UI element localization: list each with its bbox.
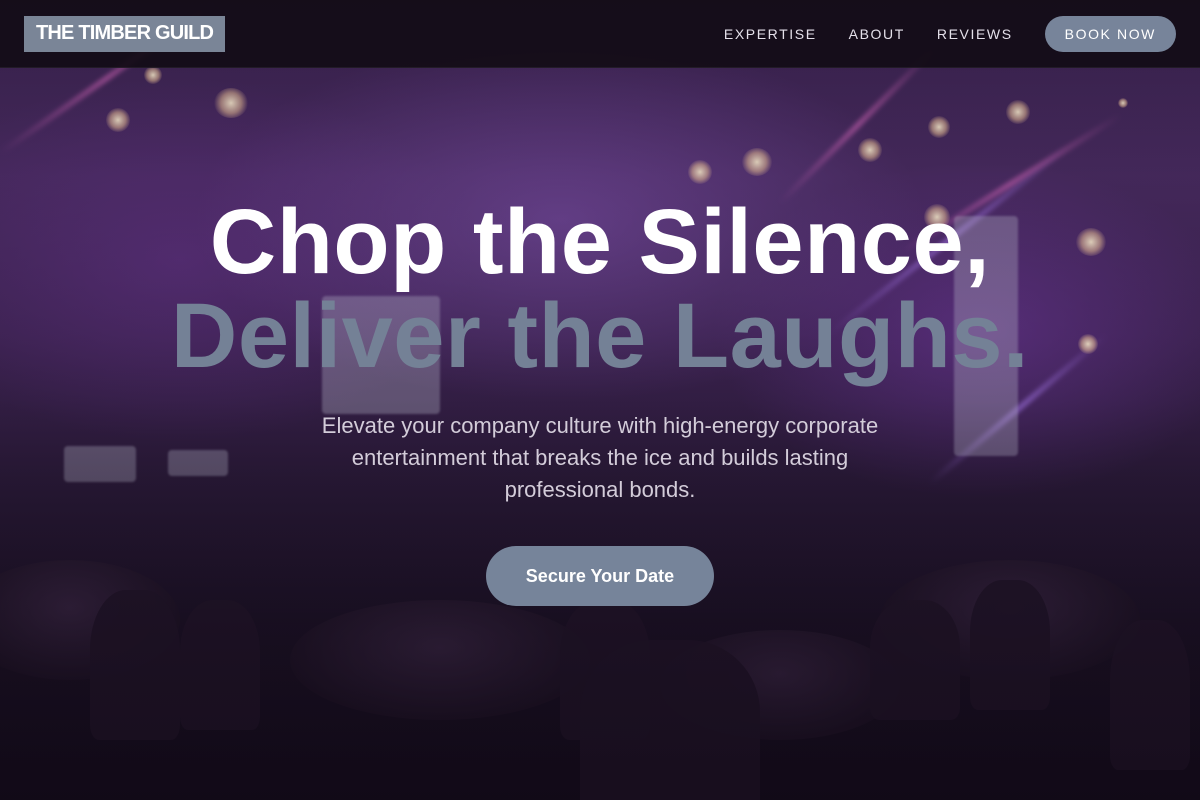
secure-your-date-button[interactable]: Secure Your Date	[486, 546, 714, 606]
nav-link-reviews[interactable]: REVIEWS	[937, 26, 1013, 42]
nav-link-expertise[interactable]: EXPERTISE	[724, 26, 817, 42]
nav-link-about[interactable]: ABOUT	[849, 26, 905, 42]
hero-headline-line-2: Deliver the Laughs.	[170, 285, 1030, 387]
hero-headline-line-1: Chop the Silence,	[209, 191, 991, 293]
hero-subtext: Elevate your company culture with high-e…	[321, 413, 879, 502]
site-header: THE TIMBER GUILD EXPERTISE ABOUT REVIEWS…	[0, 0, 1200, 68]
hero-section: Chop the Silence, Deliver the Laughs. El…	[0, 0, 1200, 800]
site-logo[interactable]: THE TIMBER GUILD	[24, 15, 226, 52]
main-nav: EXPERTISE ABOUT REVIEWS BOOK NOW	[692, 15, 1176, 52]
book-now-button[interactable]: BOOK NOW	[1044, 15, 1176, 52]
